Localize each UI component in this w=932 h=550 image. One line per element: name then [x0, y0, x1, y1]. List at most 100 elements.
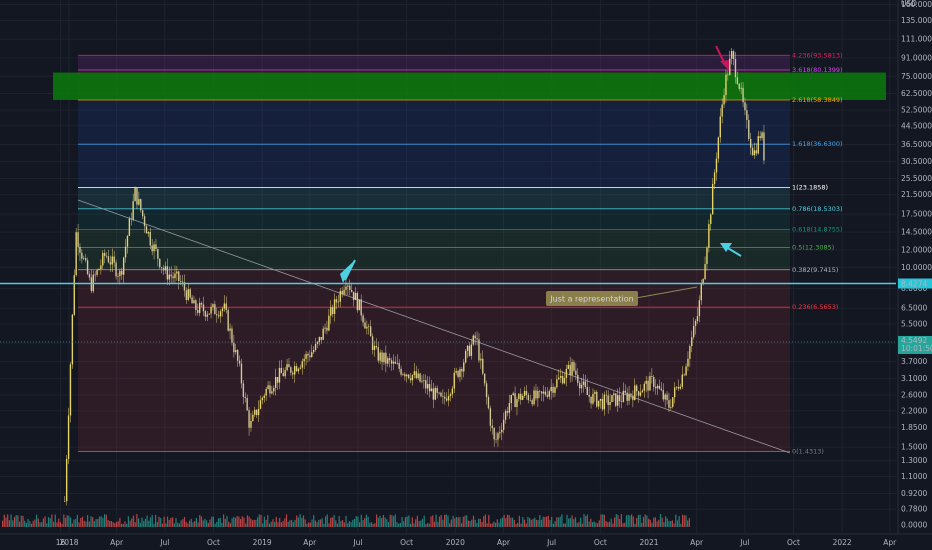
candle-body [457, 370, 459, 377]
volume-bar [24, 520, 26, 527]
volume-bar [403, 521, 405, 527]
volume-bar [670, 520, 672, 527]
volume-bar [362, 520, 364, 527]
volume-bar [204, 518, 206, 527]
volume-bar [241, 516, 243, 527]
volume-bar [173, 523, 175, 527]
volume-bar [100, 516, 102, 527]
candle-body [371, 336, 374, 351]
candle-body [654, 386, 657, 389]
volume-bar [136, 514, 138, 527]
volume-bar [658, 519, 660, 527]
volume-bar [172, 517, 174, 527]
candle-body [364, 322, 366, 329]
volume-bar [588, 521, 590, 527]
volume-bar [338, 515, 340, 527]
candle-body [406, 374, 408, 377]
candle-body [126, 235, 129, 247]
volume-bar [488, 514, 490, 527]
candle-body [193, 300, 195, 304]
candle-body [303, 358, 305, 362]
candle-body [558, 377, 560, 380]
candle-body [599, 398, 602, 401]
price-tick-label: 1.5000 [901, 443, 927, 452]
fib-label: 0.382(9.7415) [792, 266, 838, 274]
candle-body [630, 393, 632, 396]
volume-bar [457, 517, 459, 527]
candle-body [691, 337, 693, 347]
volume-bar [245, 523, 247, 527]
candle-body [407, 374, 410, 379]
volume-bar [554, 521, 556, 527]
volume-bar [471, 519, 473, 527]
candle-body [119, 270, 121, 277]
candle-body [307, 353, 309, 356]
volume-bar [177, 522, 179, 527]
volume-bar [263, 516, 265, 527]
fib-label: 0.618(14.8755) [792, 226, 843, 234]
candle-body [715, 158, 718, 173]
candle-body [259, 400, 262, 409]
volume-bar [8, 520, 10, 527]
volume-bar [615, 514, 617, 527]
volume-bar [430, 516, 432, 527]
candle-body [274, 377, 277, 388]
volume-bar [529, 518, 531, 527]
fib-zone [78, 229, 790, 248]
volume-bar [474, 519, 476, 527]
candle-body [603, 394, 606, 410]
volume-bar [330, 517, 332, 527]
volume-bar [229, 523, 231, 527]
candle-body [550, 386, 552, 392]
volume-bar [535, 519, 537, 527]
volume-bar [353, 518, 356, 527]
volume-bar [425, 523, 427, 527]
candle-body [411, 374, 414, 381]
candle-body [206, 314, 208, 317]
volume-bar [413, 523, 415, 527]
volume-bar [194, 521, 196, 527]
candle-body [421, 380, 423, 382]
volume-bar [117, 521, 119, 527]
volume-bar [607, 522, 609, 527]
fib-zone [78, 208, 790, 230]
candle-body [132, 201, 134, 220]
candle-body [314, 343, 317, 350]
volume-bar [481, 521, 483, 527]
candle-body [130, 218, 132, 220]
candle-body [113, 256, 115, 263]
candle-body [426, 384, 429, 389]
volume-bar [427, 523, 429, 527]
volume-bar [352, 519, 354, 527]
volume-bar [187, 523, 189, 527]
candle-body [635, 385, 638, 392]
candle-body [96, 269, 98, 275]
candle-body [675, 386, 678, 388]
candle-body [202, 304, 205, 312]
candle-body [569, 364, 571, 375]
candle-body [723, 95, 725, 105]
candle-body [466, 345, 469, 351]
candle-body [651, 376, 653, 378]
volume-bar [415, 519, 417, 527]
volume-bar [653, 517, 655, 527]
candle-body [210, 307, 212, 314]
candle-body [81, 252, 83, 259]
volume-bar [367, 516, 369, 527]
price-chart[interactable]: 0(1.4313) 0.236(6.5653) 0.382(9.7415) 0.5(1… [0, 0, 932, 550]
volume-bar [316, 522, 318, 527]
volume-bar [306, 523, 308, 527]
candle-body [692, 325, 695, 338]
candle-body [244, 397, 246, 398]
candle-body [73, 275, 75, 315]
time-tick-label: Jul [159, 538, 169, 547]
candle-body [476, 338, 478, 340]
volume-bar [284, 518, 286, 527]
candle-body [347, 285, 349, 287]
candle-body [339, 290, 341, 302]
fib-label: 0.5(12.3085) [792, 244, 834, 252]
volume-bar [289, 520, 291, 527]
candle-body [645, 380, 647, 384]
candle-body [164, 266, 167, 271]
candle-body [662, 390, 664, 400]
